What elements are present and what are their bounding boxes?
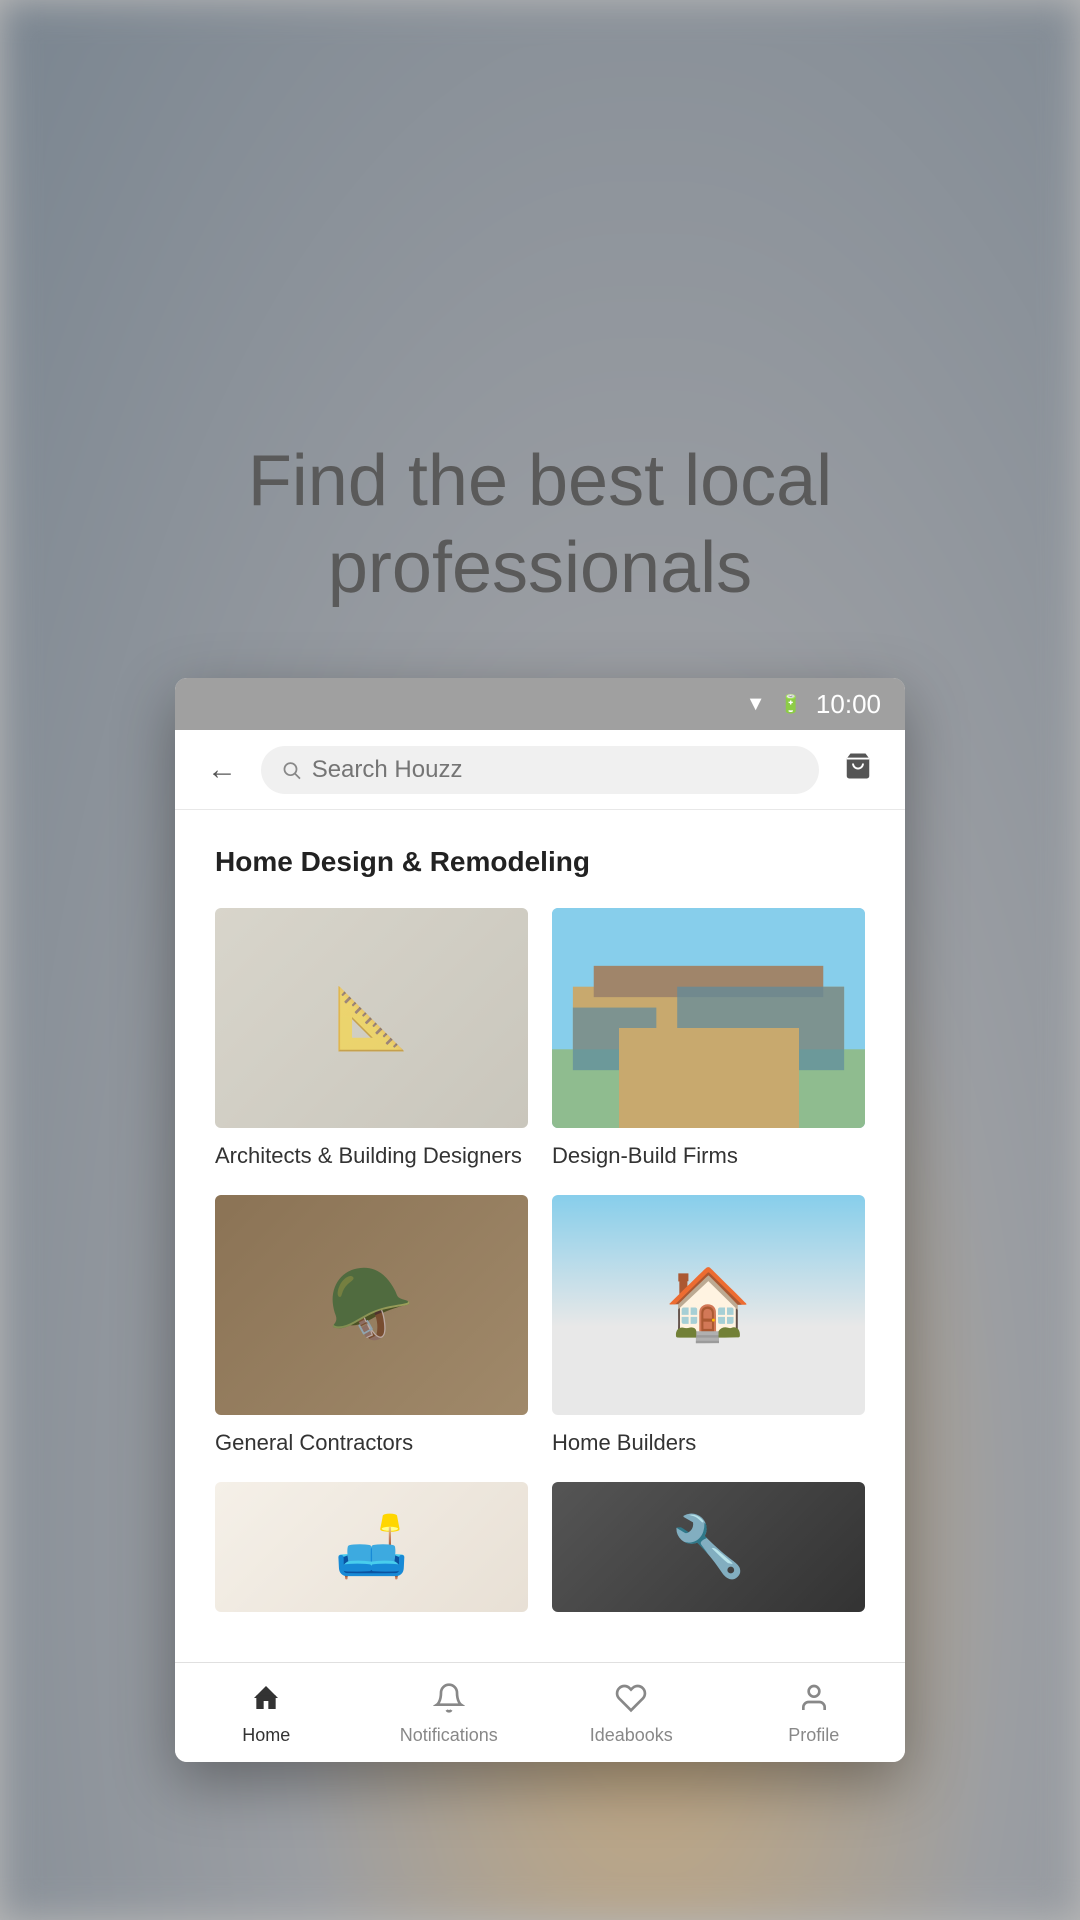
interior-image — [215, 1482, 528, 1612]
main-content: Home Design & Remodeling Architects & Bu… — [175, 810, 905, 1661]
status-bar: ▼ 🔋 10:00 — [175, 678, 905, 730]
builders-label: Home Builders — [552, 1430, 696, 1455]
design-build-image — [552, 908, 865, 1128]
list-item[interactable]: Home Builders — [552, 1195, 865, 1458]
design-build-label: Design-Build Firms — [552, 1143, 738, 1168]
nav-ideabooks[interactable]: Ideabooks — [540, 1682, 723, 1746]
ideabooks-icon — [615, 1682, 647, 1719]
nav-notifications[interactable]: Notifications — [358, 1682, 541, 1746]
notifications-icon — [433, 1682, 465, 1719]
hero-section: Find the best local professionals — [190, 438, 890, 611]
phone-frame: ▼ 🔋 10:00 ← Hom — [175, 678, 905, 1761]
home-icon — [250, 1682, 282, 1719]
bottom-navigation: Home Notifications Ideabooks — [175, 1662, 905, 1762]
hero-title: Find the best local professionals — [190, 438, 890, 611]
search-icon — [281, 759, 302, 781]
notifications-label: Notifications — [400, 1725, 498, 1746]
back-button[interactable]: ← — [199, 745, 245, 795]
list-item[interactable]: General Contractors — [215, 1195, 528, 1458]
top-bar: ← — [175, 730, 905, 810]
ideabooks-label: Ideabooks — [590, 1725, 673, 1746]
profile-label: Profile — [788, 1725, 839, 1746]
contractors-label: General Contractors — [215, 1430, 413, 1455]
cart-button[interactable] — [835, 743, 881, 797]
dark-image — [552, 1482, 865, 1612]
list-item[interactable] — [215, 1482, 528, 1626]
architects-label: Architects & Building Designers — [215, 1143, 522, 1168]
nav-profile[interactable]: Profile — [723, 1682, 906, 1746]
battery-icon: 🔋 — [780, 694, 802, 715]
category-grid: Architects & Building Designers — [215, 908, 865, 1625]
list-item[interactable]: Architects & Building Designers — [215, 908, 528, 1171]
list-item[interactable]: Design-Build Firms — [552, 908, 865, 1171]
architects-image — [215, 908, 528, 1128]
list-item[interactable] — [552, 1482, 865, 1626]
cart-icon — [843, 751, 873, 781]
nav-home[interactable]: Home — [175, 1682, 358, 1746]
search-input[interactable] — [312, 756, 799, 784]
wifi-icon: ▼ — [746, 693, 766, 716]
profile-icon — [798, 1682, 830, 1719]
search-box[interactable] — [261, 746, 819, 794]
builders-image — [552, 1195, 865, 1415]
section-title: Home Design & Remodeling — [215, 846, 865, 878]
clock: 10:00 — [816, 689, 881, 720]
home-label: Home — [242, 1725, 290, 1746]
contractors-image — [215, 1195, 528, 1415]
